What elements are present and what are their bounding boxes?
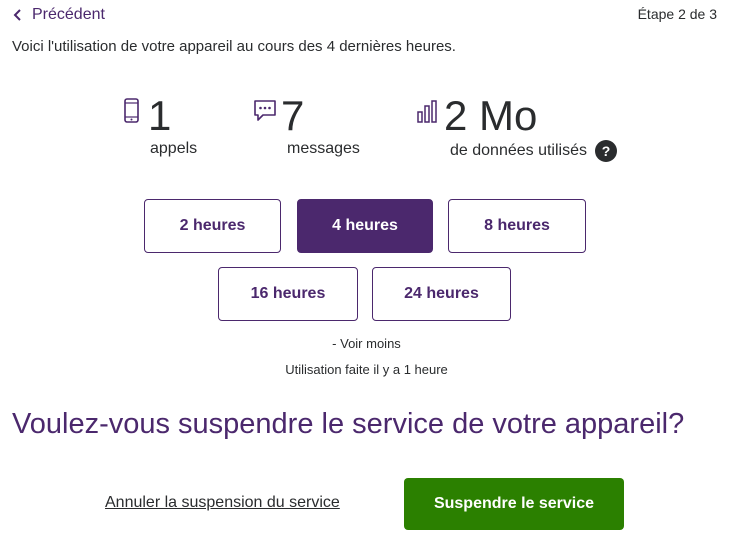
see-less-link[interactable]: - Voir moins — [0, 336, 733, 351]
stat-calls: 1 appels — [120, 92, 197, 157]
range-16h-button[interactable]: 16 heures — [218, 267, 358, 321]
cancel-suspension-link[interactable]: Annuler la suspension du service — [105, 494, 340, 512]
range-2h-button[interactable]: 2 heures — [144, 199, 281, 253]
step-indicator: Étape 2 de 3 — [637, 6, 717, 22]
stat-data: 2 Mo de données utilisés ? — [416, 92, 617, 162]
back-link-label: Précédent — [32, 6, 105, 23]
messages-label-text: messages — [287, 140, 360, 157]
usage-timestamp: Utilisation faite il y a 1 heure — [285, 362, 448, 377]
phone-icon — [124, 98, 139, 123]
data-amount: 2 Mo — [444, 92, 538, 139]
page-question: Voulez-vous suspendre le service de votr… — [12, 408, 685, 440]
bar-chart-icon — [417, 100, 437, 123]
messages-count: 7 — [281, 92, 305, 139]
range-8h-button[interactable]: 8 heures — [448, 199, 586, 253]
chat-bubble-icon — [254, 100, 276, 121]
data-label: de données utilisés ? — [450, 140, 617, 162]
intro-text: Voici l'utilisation de votre appareil au… — [12, 38, 456, 55]
data-label-text: de données utilisés — [450, 142, 587, 159]
calls-label: appels — [150, 140, 197, 158]
calls-label-text: appels — [150, 140, 198, 157]
messages-label: messages — [287, 140, 360, 158]
back-link[interactable]: Précédent — [12, 6, 105, 24]
calls-count: 1 — [148, 92, 172, 139]
range-4h-button[interactable]: 4 heures — [297, 199, 433, 253]
range-24h-button[interactable]: 24 heures — [372, 267, 511, 321]
chevron-left-icon — [13, 9, 21, 21]
stat-messages: 7 messages — [253, 92, 360, 157]
suspend-service-button[interactable]: Suspendre le service — [404, 478, 624, 530]
help-icon[interactable]: ? — [594, 140, 617, 162]
